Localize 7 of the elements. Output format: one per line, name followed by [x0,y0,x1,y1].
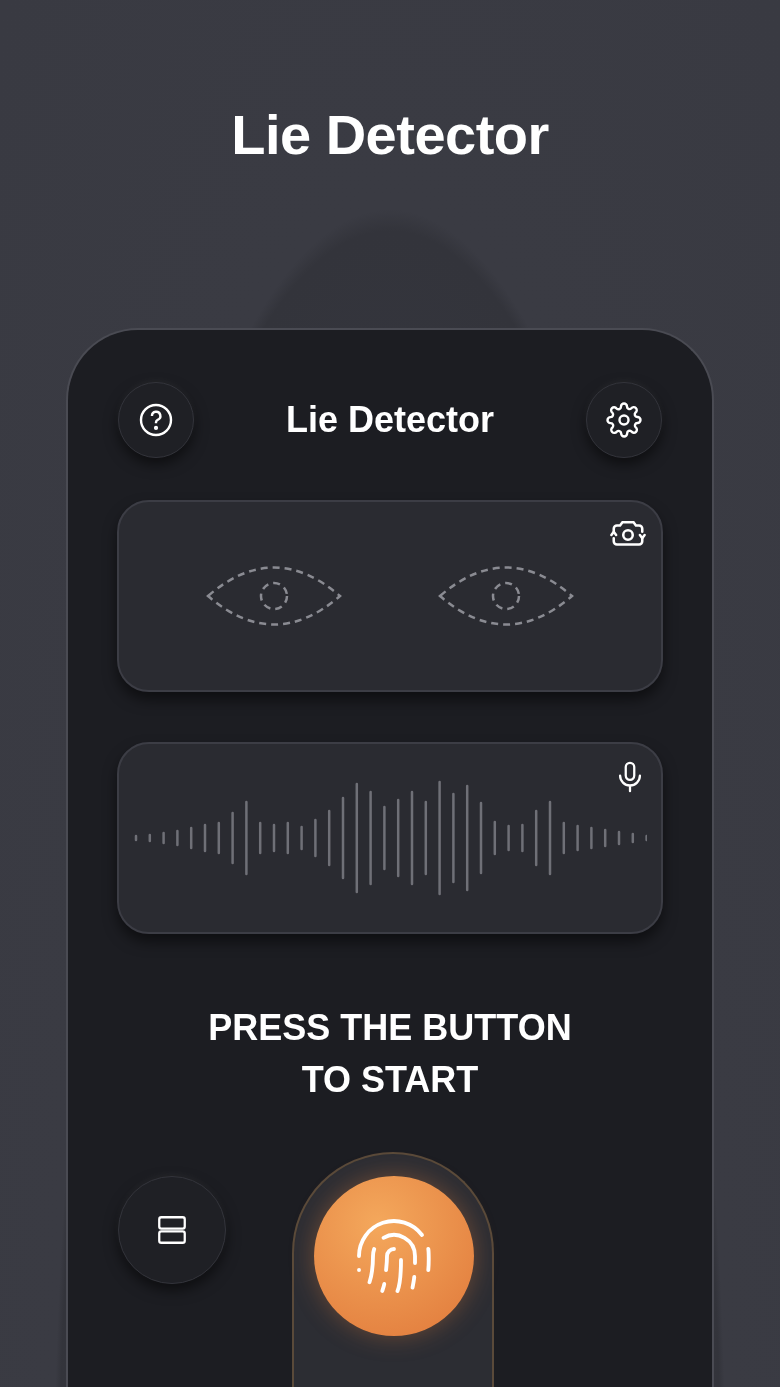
app-title: Lie Detector [285,399,495,441]
settings-icon [606,402,642,438]
layout-rows-icon [155,1213,189,1247]
headline: Lie Detector [231,102,549,168]
help-icon [138,402,174,438]
prompt-text: PRESS THE BUTTON [208,1006,572,1050]
prompt-text: TO START [300,1058,480,1102]
